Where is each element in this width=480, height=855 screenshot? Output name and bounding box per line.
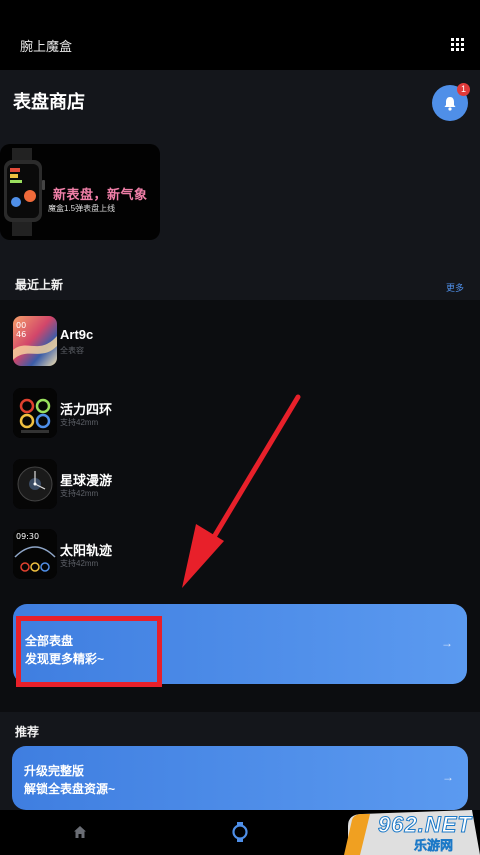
top-bar: 腕上魔盒 bbox=[0, 0, 480, 70]
cta-subtitle: 解锁全表盘资源~ bbox=[24, 782, 116, 796]
annotation-highlight-box bbox=[16, 616, 162, 687]
watchface-thumbnail: 09:30 bbox=[13, 529, 57, 579]
list-item[interactable]: 00 46 Art9c 全表容 bbox=[0, 316, 480, 376]
item-name: 活力四环 bbox=[60, 402, 113, 417]
watchface-thumbnail bbox=[13, 459, 57, 509]
list-item[interactable]: 星球漫游 支持42mm bbox=[0, 459, 480, 519]
recent-section-title: 最近上新 bbox=[15, 278, 64, 292]
banner-subtitle: 魔盒1.5弹表盘上线 bbox=[48, 204, 116, 213]
watermark-sub: 乐游网 bbox=[414, 838, 454, 854]
item-subtitle: 支持42mm bbox=[60, 559, 99, 568]
list-item[interactable]: 09:30 太阳轨迹 支持42mm bbox=[0, 529, 480, 589]
thumb-minute: 46 bbox=[16, 330, 26, 339]
watch-icon[interactable] bbox=[232, 822, 248, 842]
item-subtitle: 全表容 bbox=[60, 346, 84, 355]
item-subtitle: 支持42mm bbox=[60, 418, 99, 427]
thumb-time: 09:30 bbox=[16, 532, 39, 541]
home-icon[interactable] bbox=[73, 825, 87, 839]
item-name: 星球漫游 bbox=[60, 473, 113, 488]
list-item[interactable]: 活力四环 支持42mm bbox=[0, 388, 480, 448]
thumb-hour: 00 bbox=[16, 321, 26, 330]
notification-badge: 1 bbox=[457, 83, 470, 96]
recommend-section-title: 推荐 bbox=[15, 725, 40, 739]
banner-title: 新表盘，新气象 bbox=[53, 187, 148, 202]
arrow-right-icon: → bbox=[442, 770, 454, 784]
item-subtitle: 支持42mm bbox=[60, 489, 99, 498]
bell-icon bbox=[444, 96, 456, 111]
promo-banner[interactable]: 新表盘，新气象 魔盒1.5弹表盘上线 bbox=[0, 144, 160, 240]
item-name: Art9c bbox=[60, 327, 94, 342]
page-title: 表盘商店 bbox=[13, 92, 85, 112]
cta-title: 升级完整版 bbox=[24, 764, 85, 778]
watchface-thumbnail bbox=[13, 388, 57, 438]
arrow-right-icon: → bbox=[441, 636, 453, 650]
grid-icon[interactable] bbox=[451, 38, 464, 51]
watch-image bbox=[4, 148, 45, 236]
item-name: 太阳轨迹 bbox=[60, 543, 113, 558]
app-name: 腕上魔盒 bbox=[20, 39, 73, 54]
upgrade-button[interactable]: 升级完整版 解锁全表盘资源~ → bbox=[12, 746, 468, 810]
more-link[interactable]: 更多 bbox=[446, 281, 464, 294]
watchface-thumbnail: 00 46 bbox=[13, 316, 57, 366]
